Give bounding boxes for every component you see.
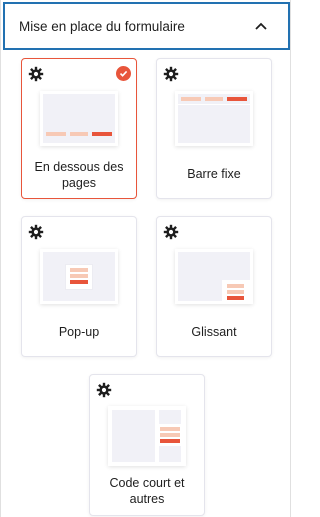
placement-option-label: Code court et autres bbox=[109, 476, 185, 506]
fixed-bar-illustration bbox=[175, 91, 253, 146]
gear-icon[interactable] bbox=[163, 66, 179, 82]
form-placement-title: Mise en place du formulaire bbox=[19, 18, 185, 34]
chevron-up-icon[interactable] bbox=[254, 19, 268, 33]
form-placement-panel: Mise en place du formulaire En dessous d… bbox=[0, 0, 291, 517]
placement-option-shortcode[interactable]: Code court et autres bbox=[89, 374, 205, 516]
popup-illustration bbox=[40, 249, 118, 304]
shortcode-illustration bbox=[108, 406, 186, 466]
placement-option-slide-in[interactable]: Glissant bbox=[156, 216, 272, 357]
gear-icon[interactable] bbox=[28, 224, 44, 240]
form-placement-header[interactable]: Mise en place du formulaire bbox=[3, 2, 290, 50]
gear-icon[interactable] bbox=[28, 66, 44, 82]
placement-option-label: En dessous des pages bbox=[34, 160, 124, 190]
gear-icon[interactable] bbox=[163, 224, 179, 240]
placement-option-label: Glissant bbox=[191, 325, 237, 339]
selected-check-icon bbox=[116, 66, 131, 81]
placement-option-fixed-bar[interactable]: Barre fixe bbox=[156, 58, 272, 199]
gear-icon[interactable] bbox=[96, 382, 112, 398]
placement-option-label: Barre fixe bbox=[187, 167, 241, 181]
below-pages-illustration bbox=[40, 91, 118, 146]
placement-option-popup[interactable]: Pop-up bbox=[21, 216, 137, 357]
placement-option-label: Pop-up bbox=[58, 325, 100, 339]
placement-option-below-pages[interactable]: En dessous des pages bbox=[21, 58, 137, 199]
slide-in-illustration bbox=[175, 249, 253, 304]
